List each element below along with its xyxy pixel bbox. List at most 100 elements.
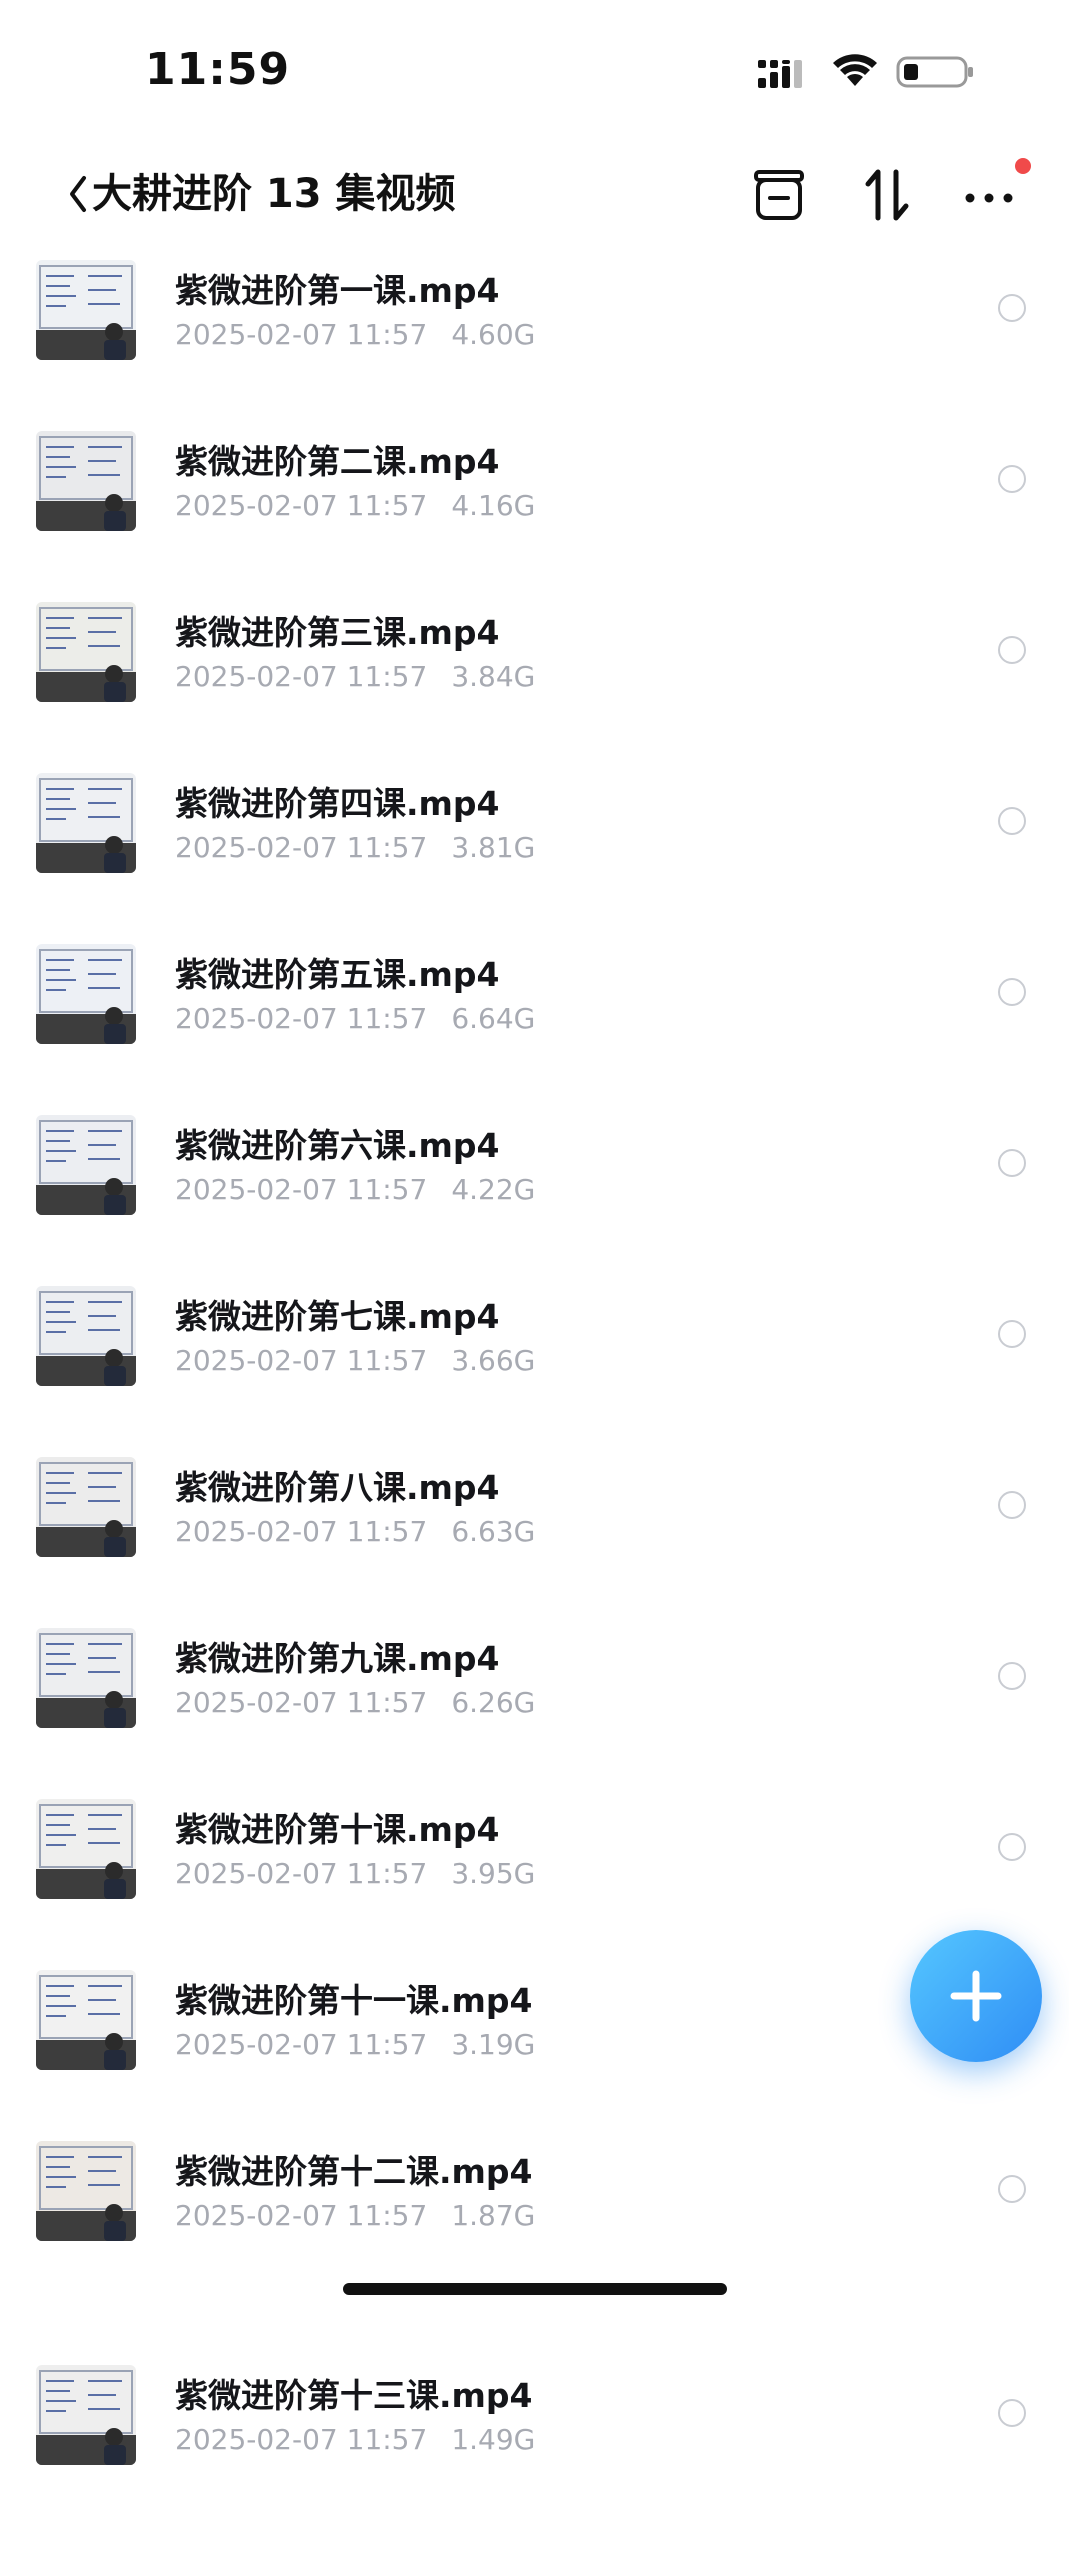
file-name: 紫微进阶第五课.mp4 [175,955,500,994]
status-time: 11:59 [145,44,291,95]
cellular-signal-icon [758,60,802,88]
file-size: 3.66G [451,1344,536,1377]
file-list: 紫微进阶第一课.mp4 2025-02-07 11:57 4.60G 紫微进阶第二课.… [0,250,1069,2560]
file-date: 2025-02-07 11:57 [175,1686,428,1719]
file-meta: 2025-02-07 11:57 3.81G [175,831,535,864]
video-thumbnail [36,1970,136,2070]
file-row[interactable]: 紫微进阶第二课.mp4 2025-02-07 11:57 4.16G [0,421,1069,592]
file-row[interactable]: 紫微进阶第一课.mp4 2025-02-07 11:57 4.60G [0,250,1069,421]
video-thumbnail [36,1286,136,1386]
file-name: 紫微进阶第七课.mp4 [175,1297,500,1336]
video-thumbnail [36,602,136,702]
file-name: 紫微进阶第十三课.mp4 [175,2376,533,2415]
page-title: 大耕进阶 13 集视频 [92,171,456,217]
file-size: 1.87G [451,2199,536,2232]
file-date: 2025-02-07 11:57 [175,318,428,351]
file-date: 2025-02-07 11:57 [175,2423,428,2456]
file-size: 6.63G [451,1515,536,1548]
file-row[interactable]: 紫微进阶第三课.mp4 2025-02-07 11:57 3.84G [0,592,1069,763]
select-radio[interactable] [998,978,1026,1006]
file-row[interactable]: 紫微进阶第十三课.mp4 2025-02-07 11:57 1.49G [0,2355,1069,2526]
file-row[interactable]: 紫微进阶第六课.mp4 2025-02-07 11:57 4.22G [0,1105,1069,1276]
file-date: 2025-02-07 11:57 [175,831,428,864]
file-name: 紫微进阶第一课.mp4 [175,271,500,310]
video-thumbnail [36,431,136,531]
select-radio[interactable] [998,807,1026,835]
file-date: 2025-02-07 11:57 [175,1857,428,1890]
sort-arrows-icon[interactable] [852,160,922,230]
video-thumbnail [36,2365,136,2465]
video-thumbnail [36,773,136,873]
file-size: 3.81G [451,831,536,864]
select-radio[interactable] [998,2175,1026,2203]
file-meta: 2025-02-07 11:57 4.22G [175,1173,535,1206]
select-radio[interactable] [998,1320,1026,1348]
video-thumbnail [36,1457,136,1557]
file-date: 2025-02-07 11:57 [175,2199,428,2232]
box-icon[interactable] [744,160,814,230]
file-date: 2025-02-07 11:57 [175,660,428,693]
file-size: 1.49G [451,2423,536,2456]
file-size: 6.64G [451,1002,536,1035]
file-row[interactable]: 紫微进阶第十一课.mp4 2025-02-07 11:57 3.19G [0,1960,1069,2131]
select-radio[interactable] [998,1491,1026,1519]
file-meta: 2025-02-07 11:57 3.66G [175,1344,535,1377]
file-meta: 2025-02-07 11:57 6.64G [175,1002,535,1035]
file-size: 4.16G [451,489,536,522]
file-row[interactable]: 紫微进阶第十课.mp4 2025-02-07 11:57 3.95G [0,1789,1069,1960]
video-thumbnail [36,260,136,360]
notification-dot [1015,158,1031,174]
file-row[interactable]: 紫微进阶第八课.mp4 2025-02-07 11:57 6.63G [0,1447,1069,1618]
file-name: 紫微进阶第四课.mp4 [175,784,500,823]
file-meta: 2025-02-07 11:57 4.16G [175,489,535,522]
file-name: 紫微进阶第十一课.mp4 [175,1981,533,2020]
file-date: 2025-02-07 11:57 [175,1173,428,1206]
file-name: 紫微进阶第十二课.mp4 [175,2152,533,2191]
select-radio[interactable] [998,1149,1026,1177]
video-thumbnail [36,944,136,1044]
file-size: 3.95G [451,1857,536,1890]
file-date: 2025-02-07 11:57 [175,489,428,522]
select-radio[interactable] [998,1833,1026,1861]
navigation-header: 大耕进阶 13 集视频 [0,140,1069,260]
file-name: 紫微进阶第二课.mp4 [175,442,500,481]
file-row[interactable]: 紫微进阶第十二课.mp4 2025-02-07 11:57 1.87G [0,2131,1069,2302]
wifi-icon [833,54,877,86]
video-thumbnail [36,1628,136,1728]
select-radio[interactable] [998,465,1026,493]
file-meta: 2025-02-07 11:57 6.63G [175,1515,535,1548]
file-row[interactable]: 紫微进阶第九课.mp4 2025-02-07 11:57 6.26G [0,1618,1069,1789]
file-size: 6.26G [451,1686,536,1719]
file-meta: 2025-02-07 11:57 3.84G [175,660,535,693]
file-row[interactable]: 紫微进阶第四课.mp4 2025-02-07 11:57 3.81G [0,763,1069,934]
select-radio[interactable] [998,636,1026,664]
home-indicator[interactable] [343,2283,727,2295]
status-bar: 11:59 [0,0,1069,140]
file-meta: 2025-02-07 11:57 6.26G [175,1686,535,1719]
plus-icon [950,1970,1002,2022]
file-meta: 2025-02-07 11:57 3.95G [175,1857,535,1890]
video-thumbnail [36,1115,136,1215]
add-button[interactable] [910,1930,1042,2062]
file-meta: 2025-02-07 11:57 1.49G [175,2423,535,2456]
file-size: 3.84G [451,660,536,693]
file-name: 紫微进阶第三课.mp4 [175,613,500,652]
file-meta: 2025-02-07 11:57 4.60G [175,318,535,351]
file-size: 3.19G [451,2028,536,2061]
file-row[interactable]: 紫微进阶第七课.mp4 2025-02-07 11:57 3.66G [0,1276,1069,1447]
file-date: 2025-02-07 11:57 [175,1515,428,1548]
file-size: 4.60G [451,318,536,351]
file-meta: 2025-02-07 11:57 1.87G [175,2199,535,2232]
file-name: 紫微进阶第十课.mp4 [175,1810,500,1849]
file-name: 紫微进阶第六课.mp4 [175,1126,500,1165]
select-radio[interactable] [998,294,1026,322]
select-radio[interactable] [998,1662,1026,1690]
select-radio[interactable] [998,2399,1026,2427]
file-row[interactable]: 紫微进阶第五课.mp4 2025-02-07 11:57 6.64G [0,934,1069,1105]
file-date: 2025-02-07 11:57 [175,1002,428,1035]
file-name: 紫微进阶第九课.mp4 [175,1639,500,1678]
file-size: 4.22G [451,1173,536,1206]
file-name: 紫微进阶第八课.mp4 [175,1468,500,1507]
file-date: 2025-02-07 11:57 [175,2028,428,2061]
battery-icon [896,56,973,88]
